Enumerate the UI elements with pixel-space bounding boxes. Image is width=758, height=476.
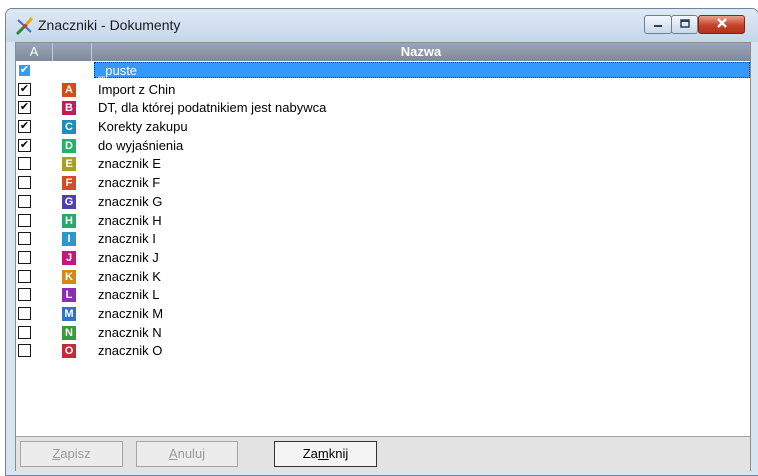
tag-name: znacznik O (98, 343, 163, 359)
tag-color-badge: C (62, 120, 76, 135)
tag-name: znacznik J (98, 249, 159, 265)
table-row[interactable]: Hznacznik H (16, 212, 750, 231)
table-row[interactable]: ✔ B DT, dla której podatnikiem jest nabywc… (16, 99, 750, 118)
close-button[interactable]: Zamknij (274, 441, 377, 467)
tag-color-badge: E (62, 157, 76, 172)
minimize-button[interactable] (644, 15, 672, 34)
row-checkbox[interactable] (18, 194, 31, 208)
row-checkbox[interactable] (18, 325, 31, 339)
column-header-active[interactable]: A (16, 43, 53, 61)
title-bar[interactable]: Znaczniki - Dokumenty (6, 9, 758, 42)
tag-color-badge: H (62, 213, 76, 228)
table-row[interactable]: ✔ C Korekty zakupu (16, 118, 750, 137)
tag-name: znacznik M (98, 305, 164, 321)
table-row[interactable]: Kznacznik K (16, 268, 750, 287)
cancel-button[interactable]: Anuluj (136, 441, 238, 467)
tag-color-badge: I (62, 232, 76, 247)
table-row[interactable]: ✔ _puste (16, 62, 750, 81)
row-checkbox[interactable] (18, 176, 31, 190)
row-checkbox[interactable] (18, 250, 31, 264)
tag-color-badge: B (62, 101, 76, 116)
minimize-icon (652, 16, 664, 34)
tag-name: znacznik N (98, 324, 162, 340)
table-row[interactable]: Nznacznik N (16, 324, 750, 343)
selection-highlight (94, 62, 750, 78)
table-row[interactable]: Gznacznik G (16, 193, 750, 212)
table-row[interactable]: ✔ Ddo wyjaśnienia (16, 137, 750, 156)
tag-name: znacznik I (98, 231, 156, 247)
row-checkbox[interactable]: ✔ (18, 101, 31, 115)
tag-color-badge: M (62, 306, 76, 321)
app-window: Znaczniki - Dokumenty A Nazwa ✔ _puste ✔ A I… (5, 8, 758, 476)
row-checkbox[interactable] (18, 157, 31, 171)
row-checkbox[interactable] (18, 288, 31, 302)
table-header: A Nazwa (16, 43, 750, 61)
row-checkbox[interactable]: ✔ (18, 64, 31, 77)
table-row[interactable]: Mznacznik M (16, 305, 750, 324)
table-row[interactable]: Fznacznik F (16, 174, 750, 193)
tag-name: znacznik E (98, 156, 161, 172)
row-checkbox[interactable] (18, 269, 31, 283)
tag-name: Import z Chin (98, 81, 176, 97)
tag-color-badge: F (62, 176, 76, 191)
row-checkbox[interactable] (18, 344, 31, 358)
tag-list-panel: A Nazwa ✔ _puste ✔ A Import z Chin ✔ B DT, dla … (15, 42, 751, 471)
tag-color-badge: K (62, 269, 76, 284)
row-checkbox[interactable] (18, 213, 31, 227)
window-title: Znaczniki - Dokumenty (38, 17, 181, 33)
tag-color-badge: G (62, 194, 76, 209)
row-checkbox[interactable] (18, 306, 31, 320)
close-icon (715, 16, 729, 34)
tag-name: DT, dla której podatnikiem jest nabywca (98, 100, 327, 116)
marker-pen-icon (15, 16, 35, 36)
tag-color-badge: O (62, 344, 76, 359)
button-bar: Zapisz Anuluj Zamknij (16, 436, 750, 471)
tag-color-badge: J (62, 250, 76, 265)
maximize-icon (679, 16, 691, 34)
column-header-name[interactable]: Nazwa (92, 43, 750, 61)
column-header-icon[interactable] (53, 43, 92, 61)
tag-color-badge: A (62, 82, 76, 97)
table-row[interactable]: Iznacznik I (16, 230, 750, 249)
maximize-button[interactable] (671, 15, 698, 34)
tag-name: znacznik L (98, 287, 160, 303)
table-row[interactable]: Lznacznik L (16, 286, 750, 305)
table-row[interactable]: ✔ A Import z Chin (16, 81, 750, 100)
tag-name: znacznik G (98, 193, 163, 209)
tag-name: znacznik H (98, 212, 162, 228)
tag-color-badge: N (62, 325, 76, 340)
tag-list: ✔ _puste ✔ A Import z Chin ✔ B DT, dla której p… (16, 62, 750, 361)
tag-name: Korekty zakupu (98, 119, 188, 135)
tag-name: znacznik F (98, 175, 161, 191)
row-checkbox[interactable]: ✔ (18, 120, 31, 134)
tag-name: _puste (98, 63, 138, 78)
tag-name: do wyjaśnienia (98, 137, 184, 153)
table-row[interactable]: Eznacznik E (16, 155, 750, 174)
row-checkbox[interactable]: ✔ (18, 82, 31, 96)
table-row[interactable]: Oznacznik O (16, 342, 750, 361)
tag-color-badge: D (62, 138, 76, 153)
tag-color-badge: L (62, 288, 76, 303)
close-window-button[interactable] (698, 15, 745, 34)
row-checkbox[interactable]: ✔ (18, 138, 31, 152)
row-checkbox[interactable] (18, 232, 31, 246)
table-row[interactable]: Jznacznik J (16, 249, 750, 268)
save-button[interactable]: Zapisz (20, 441, 123, 467)
tag-name: znacznik K (98, 268, 161, 284)
